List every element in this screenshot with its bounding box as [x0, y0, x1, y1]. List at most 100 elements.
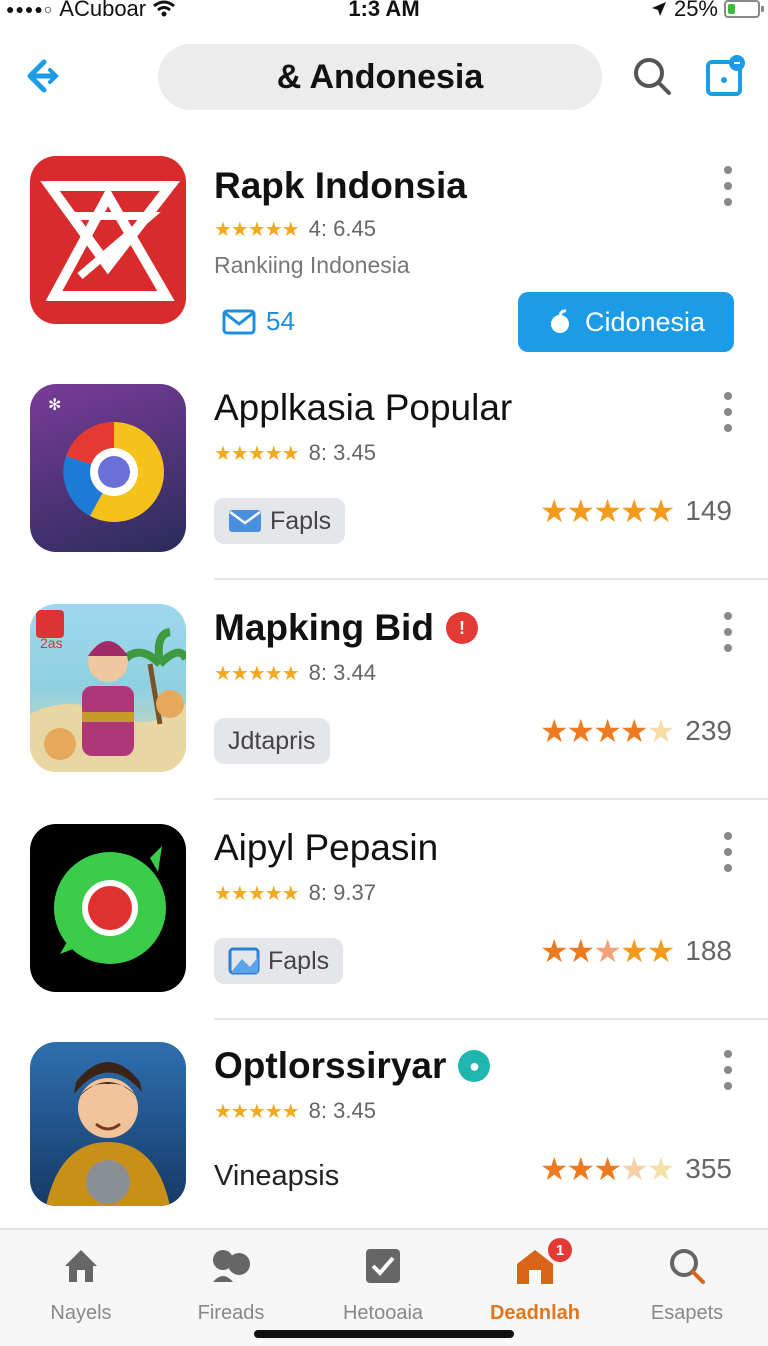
- status-right: 25%: [650, 0, 764, 22]
- app-meta: ★★★★★ 8: 3.45: [214, 1098, 376, 1124]
- bottom-tab-bar: Nayels Fireads Hetooaia 1 Deadnlah Esape…: [0, 1228, 768, 1346]
- home-icon: [65, 1250, 97, 1282]
- small-stars-icon: ★★★★★: [214, 882, 300, 905]
- share-icon[interactable]: [704, 54, 748, 98]
- svg-text:2as: 2as: [40, 635, 63, 651]
- app-subtitle: Vineapsis: [214, 1160, 340, 1192]
- app-title[interactable]: Mapking Bid!: [214, 606, 478, 650]
- svg-text:✻: ✻: [48, 397, 61, 414]
- rating-stars-icon: ★★★★★: [539, 933, 675, 969]
- list-item[interactable]: Rapk Indonsia ★★★★★ 4: 6.45 Rankiing Indo…: [0, 156, 768, 356]
- chip-label: Jdtapris: [228, 726, 316, 755]
- tab-badge: 1: [548, 1238, 572, 1262]
- status-bar: ●●●●○ ACuboar 1:3 AM 25%: [0, 0, 768, 24]
- more-options-icon[interactable]: [720, 1048, 736, 1092]
- microphone-badge-icon: ●: [458, 1050, 491, 1082]
- back-arrow-icon[interactable]: [22, 56, 66, 96]
- small-stars-icon: ★★★★★: [214, 662, 300, 685]
- rating-stars-icon: ★★★★★: [539, 713, 675, 749]
- divider: [214, 1018, 768, 1020]
- alert-badge-icon: !: [445, 612, 478, 644]
- search-icon: [670, 1249, 705, 1284]
- list-item[interactable]: Aipyl Pepasin ★★★★★ 8: 9.37 Fapls ★★★★★ 1…: [0, 824, 768, 1024]
- app-subtitle: Rankiing Indonesia: [214, 252, 410, 278]
- friends-icon: [213, 1250, 250, 1282]
- tab-hetooaia[interactable]: Hetooaia: [308, 1244, 458, 1325]
- divider: [214, 798, 768, 800]
- app-icon-character: 2as: [30, 604, 186, 772]
- battery-percent: 25%: [673, 0, 718, 21]
- tab-deadnlah[interactable]: 1 Deadnlah: [460, 1238, 610, 1325]
- mail-icon: [229, 510, 261, 532]
- divider: [214, 578, 768, 580]
- tab-label: Fireads: [197, 1302, 265, 1324]
- tab-label: Deadnlah: [489, 1302, 581, 1324]
- tab-nayels[interactable]: Nayels: [6, 1244, 156, 1325]
- mail-icon: [222, 309, 256, 334]
- app-meta: ★★★★★ 8: 3.44: [214, 660, 376, 686]
- more-options-icon[interactable]: [720, 830, 736, 874]
- home-indicator[interactable]: [254, 1330, 514, 1338]
- app-icon-avatar: [30, 1042, 186, 1206]
- tab-esapets[interactable]: Esapets: [612, 1244, 762, 1325]
- tab-label: Hetooaia: [342, 1302, 424, 1324]
- app-meta-value: 4: 6.45: [308, 216, 376, 241]
- rating-stars-icon: ★★★★★: [539, 1151, 675, 1187]
- tab-label: Esapets: [650, 1302, 724, 1324]
- small-stars-icon: ★★★★★: [214, 218, 300, 241]
- rating-count: 149: [685, 495, 732, 526]
- rating-count: 355: [685, 1153, 732, 1184]
- list-item[interactable]: ✻ Applkasia Popular ★★★★★ 8: 3.45 Fapls ★…: [0, 384, 768, 584]
- app-icon-browser: ✻: [30, 384, 186, 552]
- image-icon: [228, 947, 260, 975]
- battery-fill: [728, 4, 735, 14]
- rating-count: 239: [685, 715, 732, 746]
- app-meta: ★★★★★ 4: 6.45: [214, 216, 376, 242]
- more-options-icon[interactable]: [720, 390, 736, 434]
- tab-label: Nayels: [50, 1302, 112, 1324]
- rating-summary: ★★★★★ 355: [540, 1150, 732, 1188]
- category-chip[interactable]: Fapls: [214, 498, 346, 544]
- app-meta: ★★★★★ 8: 3.45: [214, 440, 376, 466]
- location-arrow-icon: [651, 2, 666, 16]
- top-bar: & Andonesia: [0, 42, 768, 112]
- app-meta-value: 8: 3.45: [308, 440, 376, 465]
- category-chip[interactable]: Jdtapris: [214, 718, 330, 764]
- search-icon[interactable]: [630, 54, 674, 98]
- message-link[interactable]: 54: [222, 306, 295, 337]
- app-title[interactable]: Applkasia Popular: [214, 386, 512, 430]
- header-title: & Andonesia: [276, 57, 484, 96]
- app-title[interactable]: Aipyl Pepasin: [214, 826, 438, 870]
- rating-count: 188: [685, 935, 732, 966]
- rating-summary: ★★★★★ 239: [540, 712, 732, 750]
- battery-icon: [724, 0, 764, 18]
- rating-summary: ★★★★★ 188: [540, 932, 732, 970]
- app-icon-star: [30, 156, 186, 324]
- category-chip[interactable]: Fapls: [214, 938, 344, 984]
- rating-summary: ★★★★★ 149: [540, 492, 732, 530]
- message-count: 54: [266, 306, 295, 336]
- more-options-icon[interactable]: [720, 610, 736, 654]
- app-title-text: Mapking Bid: [214, 607, 434, 648]
- install-button[interactable]: Cidonesia: [518, 292, 734, 352]
- app-title[interactable]: Optlorssiryar ●: [214, 1044, 491, 1088]
- checkbox-icon: [366, 1249, 400, 1283]
- app-title-text: Optlorssiryar: [214, 1045, 447, 1086]
- app-title[interactable]: Rapk Indonsia: [214, 164, 467, 208]
- rating-stars-icon: ★★★★★: [539, 493, 675, 529]
- chip-label: Fapls: [268, 946, 330, 975]
- app-meta-value: 8: 9.37: [308, 880, 376, 905]
- list-item[interactable]: Optlorssiryar ● ★★★★★ 8: 3.45 Vineapsis ★★…: [0, 1042, 768, 1222]
- chip-label: Fapls: [270, 506, 332, 535]
- header-search-pill[interactable]: & Andonesia: [158, 44, 602, 110]
- small-stars-icon: ★★★★★: [214, 442, 300, 465]
- tab-fireads[interactable]: Fireads: [156, 1244, 306, 1325]
- app-meta-value: 8: 3.45: [308, 1098, 376, 1123]
- app-icon-chat: [30, 824, 186, 992]
- app-meta: ★★★★★ 8: 9.37: [214, 880, 376, 906]
- app-meta-value: 8: 3.44: [308, 660, 376, 685]
- list-item[interactable]: 2as Mapking Bid! ★★★★★ 8: 3.44 Jdtapris ★…: [0, 604, 768, 804]
- install-button-label: Cidonesia: [584, 306, 706, 337]
- more-options-icon[interactable]: [720, 164, 736, 208]
- apple-icon: [550, 309, 569, 333]
